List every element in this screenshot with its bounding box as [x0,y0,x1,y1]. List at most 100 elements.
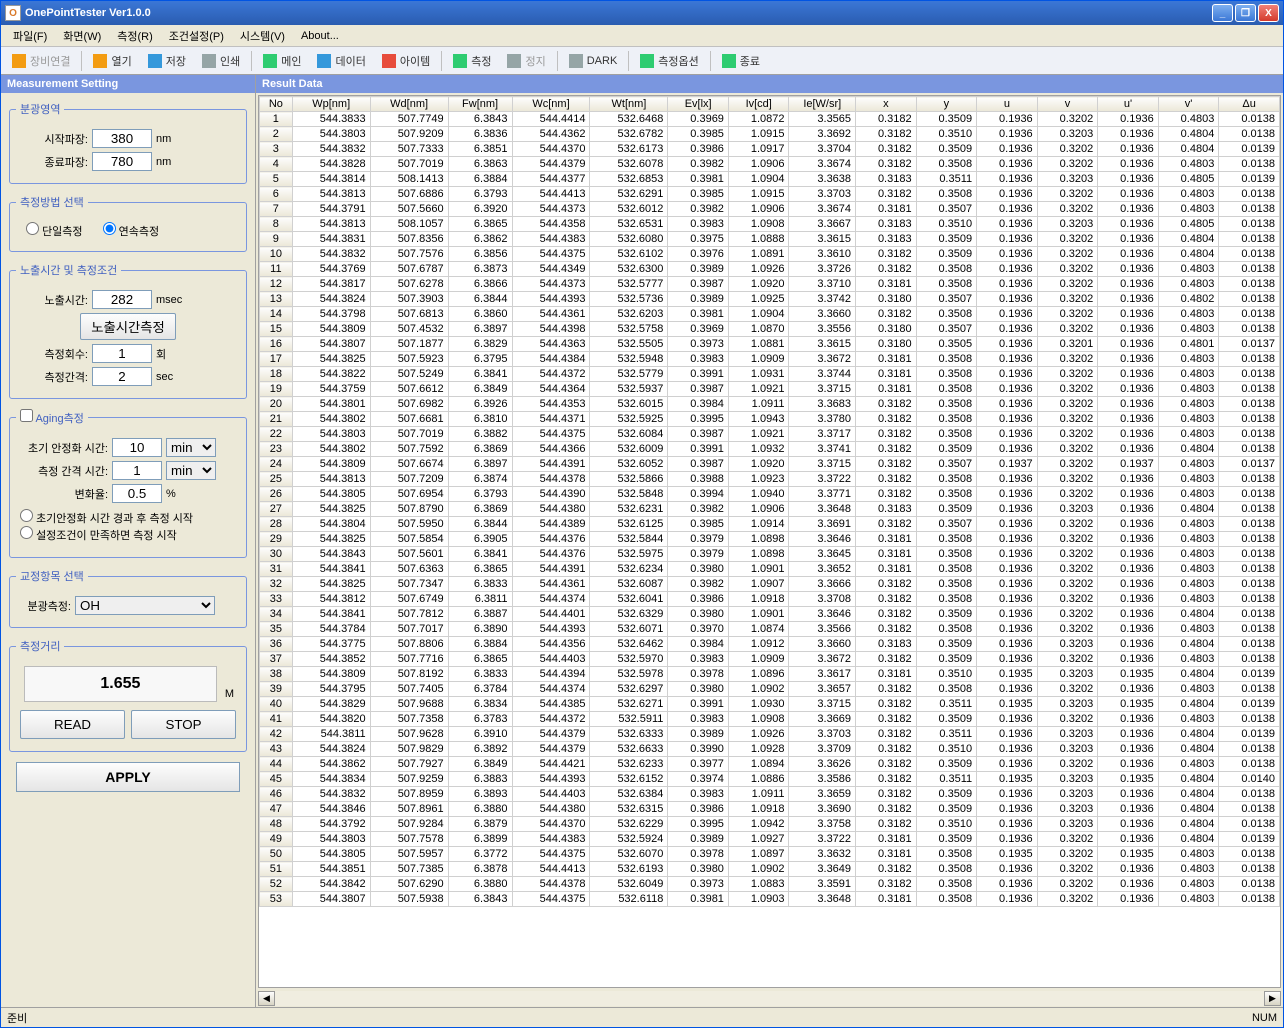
table-row[interactable]: 24544.3809507.66746.3897544.4391532.6052… [260,457,1280,472]
result-table-wrap[interactable]: NoWp[nm]Wd[nm]Fw[nm]Wc[nm]Wt[nm]Ev[lx]Iv… [258,95,1281,988]
aging-opt2-radio[interactable]: 설정조건이 만족하면 측정 시작 [20,530,177,542]
table-row[interactable]: 48544.3792507.92846.3879544.4370532.6229… [260,817,1280,832]
table-row[interactable]: 19544.3759507.66126.3849544.4364532.5937… [260,382,1280,397]
table-row[interactable]: 20544.3801507.69826.3926544.4353532.6015… [260,397,1280,412]
table-row[interactable]: 25544.3813507.72096.3874544.4378532.5866… [260,472,1280,487]
table-row[interactable]: 16544.3807507.18776.3829544.4363532.5505… [260,337,1280,352]
table-row[interactable]: 47544.3846507.89616.3880544.4380532.6315… [260,802,1280,817]
end-wavelength-input[interactable] [92,152,152,171]
table-row[interactable]: 27544.3825507.87906.3869544.4380532.6231… [260,502,1280,517]
table-row[interactable]: 45544.3834507.92596.3883544.4393532.6152… [260,772,1280,787]
table-row[interactable]: 35544.3784507.70176.3890544.4393532.6071… [260,622,1280,637]
column-header[interactable]: Ev[lx] [668,97,729,112]
menu-item[interactable]: 파일(F) [5,26,55,46]
scroll-left-icon[interactable]: ◀ [258,991,275,1006]
toolbar-열기[interactable]: 열기 [86,50,138,72]
column-header[interactable]: u [977,97,1038,112]
table-row[interactable]: 37544.3852507.77166.3865544.4403532.5970… [260,652,1280,667]
toolbar-측정[interactable]: 측정 [446,50,498,72]
toolbar-아이템[interactable]: 아이템 [375,50,437,72]
toolbar-메인[interactable]: 메인 [256,50,308,72]
menu-item[interactable]: 화면(W) [55,26,109,46]
close-button[interactable]: X [1258,4,1279,22]
toolbar-데이터[interactable]: 데이터 [310,50,372,72]
table-row[interactable]: 31544.3841507.63636.3865544.4391532.6234… [260,562,1280,577]
table-row[interactable]: 21544.3802507.66816.3810544.4371532.5925… [260,412,1280,427]
measure-interval-input[interactable] [92,367,152,386]
minimize-button[interactable]: _ [1212,4,1233,22]
column-header[interactable]: Wc[nm] [512,97,590,112]
column-header[interactable]: Fw[nm] [448,97,512,112]
column-header[interactable]: u' [1098,97,1159,112]
table-row[interactable]: 46544.3832507.89596.3893544.4403532.6384… [260,787,1280,802]
table-row[interactable]: 32544.3825507.73476.3833544.4361532.6087… [260,577,1280,592]
table-row[interactable]: 17544.3825507.59236.3795544.4384532.5948… [260,352,1280,367]
continuous-measure-radio[interactable]: 연속측정 [103,222,160,239]
aging-interval-unit-select[interactable]: min [166,461,216,480]
exposure-time-input[interactable] [92,290,152,309]
table-row[interactable]: 52544.3842507.62906.3880544.4378532.6049… [260,877,1280,892]
table-row[interactable]: 26544.3805507.69546.3793544.4390532.5848… [260,487,1280,502]
table-row[interactable]: 4544.3828507.70196.3863544.4379532.60780… [260,157,1280,172]
horizontal-scrollbar[interactable]: ◀ ▶ [256,990,1283,1007]
table-row[interactable]: 29544.3825507.58546.3905544.4376532.5844… [260,532,1280,547]
column-header[interactable]: Ie[W/sr] [789,97,856,112]
column-header[interactable]: v [1037,97,1098,112]
menu-item[interactable]: 조건설정(P) [161,26,232,46]
table-row[interactable]: 1544.3833507.77496.3843544.4414532.64680… [260,112,1280,127]
table-row[interactable]: 7544.3791507.56606.3920544.4373532.60120… [260,202,1280,217]
table-row[interactable]: 18544.3822507.52496.3841544.4372532.5779… [260,367,1280,382]
table-row[interactable]: 2544.3803507.92096.3836544.4362532.67820… [260,127,1280,142]
table-row[interactable]: 10544.3832507.75766.3856544.4375532.6102… [260,247,1280,262]
stop-button[interactable]: STOP [131,710,236,739]
apply-button[interactable]: APPLY [16,762,240,792]
maximize-button[interactable]: ❐ [1235,4,1256,22]
table-row[interactable]: 11544.3769507.67876.3873544.4349532.6300… [260,262,1280,277]
column-header[interactable]: y [916,97,977,112]
toolbar-저장[interactable]: 저장 [141,50,193,72]
start-wavelength-input[interactable] [92,129,152,148]
table-row[interactable]: 40544.3829507.96886.3834544.4385532.6271… [260,697,1280,712]
column-header[interactable]: No [260,97,293,112]
table-row[interactable]: 53544.3807507.59386.3843544.4375532.6118… [260,892,1280,907]
column-header[interactable]: x [856,97,917,112]
table-row[interactable]: 22544.3803507.70196.3882544.4375532.6084… [260,427,1280,442]
table-row[interactable]: 42544.3811507.96286.3910544.4379532.6333… [260,727,1280,742]
init-stable-input[interactable] [112,438,162,457]
init-stable-unit-select[interactable]: min [166,438,216,457]
table-row[interactable]: 44544.3862507.79276.3849544.4421532.6233… [260,757,1280,772]
table-row[interactable]: 38544.3809507.81926.3833544.4394532.5978… [260,667,1280,682]
table-row[interactable]: 49544.3803507.75786.3899544.4383532.5924… [260,832,1280,847]
aging-opt1-radio[interactable]: 초기안정화 시간 경과 후 측정 시작 [20,513,193,525]
table-row[interactable]: 8544.3813508.10576.3865544.4358532.65310… [260,217,1280,232]
table-row[interactable]: 23544.3802507.75926.3869544.4366532.6009… [260,442,1280,457]
table-row[interactable]: 34544.3841507.78126.3887544.4401532.6329… [260,607,1280,622]
single-measure-radio[interactable]: 단일측정 [26,222,83,239]
column-header[interactable]: Iv[cd] [728,97,789,112]
table-row[interactable]: 33544.3812507.67496.3811544.4374532.6041… [260,592,1280,607]
table-row[interactable]: 39544.3795507.74056.3784544.4374532.6297… [260,682,1280,697]
measure-exposure-button[interactable]: 노출시간측정 [80,313,176,340]
column-header[interactable]: Wp[nm] [292,97,370,112]
read-button[interactable]: READ [20,710,125,739]
measure-count-input[interactable] [92,344,152,363]
table-row[interactable]: 3544.3832507.73336.3851544.4370532.61730… [260,142,1280,157]
table-row[interactable]: 14544.3798507.68136.3860544.4361532.6203… [260,307,1280,322]
table-row[interactable]: 51544.3851507.73856.3878544.4413532.6193… [260,862,1280,877]
table-row[interactable]: 28544.3804507.59506.3844544.4389532.6125… [260,517,1280,532]
table-row[interactable]: 30544.3843507.56016.3841544.4376532.5975… [260,547,1280,562]
table-row[interactable]: 50544.3805507.59576.3772544.4375532.6070… [260,847,1280,862]
spectral-measure-select[interactable]: OH [75,596,215,615]
menu-item[interactable]: 측정(R) [109,26,161,46]
change-rate-input[interactable] [112,484,162,503]
table-row[interactable]: 5544.3814508.14136.3884544.4377532.68530… [260,172,1280,187]
menu-item[interactable]: About... [293,28,347,44]
scroll-right-icon[interactable]: ▶ [1264,991,1281,1006]
aging-interval-input[interactable] [112,461,162,480]
table-row[interactable]: 13544.3824507.39036.3844544.4393532.5736… [260,292,1280,307]
table-row[interactable]: 6544.3813507.68866.3793544.4413532.62910… [260,187,1280,202]
column-header[interactable]: Wd[nm] [370,97,448,112]
table-row[interactable]: 36544.3775507.88066.3884544.4356532.6462… [260,637,1280,652]
table-row[interactable]: 9544.3831507.83566.3862544.4383532.60800… [260,232,1280,247]
table-row[interactable]: 15544.3809507.45326.3897544.4398532.5758… [260,322,1280,337]
